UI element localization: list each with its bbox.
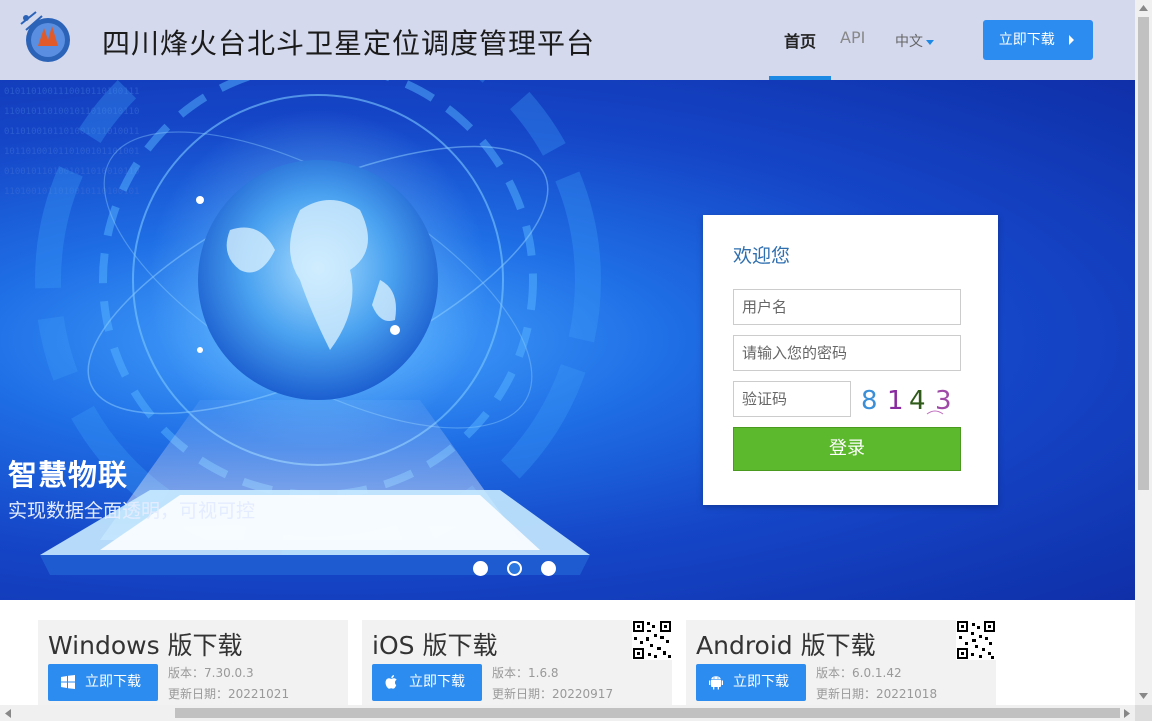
version-text: 版本：1.6.8: [492, 666, 559, 680]
horizontal-scroll-thumb[interactable]: [175, 708, 1120, 718]
language-select[interactable]: 中文: [895, 31, 934, 51]
language-label: 中文: [895, 34, 923, 50]
login-panel: 欢迎您 8 1 4 3 登录: [703, 215, 998, 505]
site-title: 四川烽火台北斗卫星定位调度管理平台: [102, 27, 596, 60]
download-title: Windows 版下载: [48, 631, 243, 660]
logo: [20, 11, 70, 62]
update-date-text: 更新日期：20221018: [816, 687, 938, 701]
captcha-char-3: 4: [909, 386, 926, 416]
vertical-scroll-thumb[interactable]: [1138, 17, 1149, 490]
nav-home[interactable]: 首页: [784, 28, 816, 52]
chevron-right-icon: [1069, 35, 1075, 45]
android-download-button[interactable]: 立即下载: [696, 664, 806, 701]
windows-download-button[interactable]: 立即下载: [48, 664, 158, 701]
scrollbar-corner: [1135, 705, 1152, 721]
login-button[interactable]: 登录: [733, 427, 961, 471]
ios-download-button[interactable]: 立即下载: [372, 664, 482, 701]
captcha-char-2: 1: [887, 386, 904, 416]
header-download-label: 立即下载: [998, 32, 1055, 48]
captcha-char-1: 8: [861, 386, 878, 416]
download-card-windows: Windows 版下载 立即下载 版本：7.30.0.3 更新日期：202210…: [38, 620, 348, 705]
header-download-button[interactable]: 立即下载: [983, 20, 1093, 60]
carousel-dot-2[interactable]: [507, 561, 522, 576]
scroll-up-arrow-icon[interactable]: [1139, 5, 1148, 11]
svg-text:0110100101101001011010011: 0110100101101001011010011: [4, 127, 139, 137]
page: 四川烽火台北斗卫星定位调度管理平台 首页 API 中文 立即下载 0101101…: [0, 0, 1135, 705]
update-date-text: 更新日期：20220917: [492, 687, 614, 701]
password-input[interactable]: [733, 335, 961, 371]
captcha-image[interactable]: 8 1 4 3: [859, 381, 961, 417]
version-text: 版本：6.0.1.42: [816, 666, 902, 680]
windows-icon: [61, 675, 75, 689]
scroll-down-arrow-icon[interactable]: [1139, 693, 1148, 699]
scroll-right-arrow-icon[interactable]: [1124, 709, 1130, 718]
update-date-text: 更新日期：20221021: [168, 687, 290, 701]
username-input[interactable]: [733, 289, 961, 325]
horizontal-scrollbar[interactable]: [0, 705, 1135, 721]
qr-code-icon: [956, 620, 996, 660]
apple-icon: [385, 675, 397, 689]
nav-api[interactable]: API: [840, 28, 865, 47]
carousel-dot-1[interactable]: [473, 561, 488, 576]
version-text: 版本：7.30.0.3: [168, 666, 254, 680]
qr-code-icon: [632, 620, 672, 660]
captcha-input[interactable]: [733, 381, 851, 417]
login-title: 欢迎您: [733, 245, 791, 267]
download-button-label: 立即下载: [409, 674, 465, 690]
download-button-label: 立即下载: [733, 674, 789, 690]
carousel-dot-3[interactable]: [541, 561, 556, 576]
download-title: Android 版下载: [696, 631, 876, 660]
banner-slogan: 智慧物联: [8, 458, 129, 492]
download-card-ios: iOS 版下载 立即下载 版本：1.6.8 更新日期：20220917: [362, 620, 672, 705]
vertical-scrollbar[interactable]: [1135, 0, 1152, 705]
download-button-label: 立即下载: [85, 674, 141, 690]
scroll-left-arrow-icon[interactable]: [5, 709, 11, 718]
banner-subslogan: 实现数据全面透明，可视可控: [8, 500, 256, 522]
download-card-android: Android 版下载 立即下载 版本：6.0.1.42 更新日期：202210…: [686, 620, 996, 705]
caret-down-icon: [926, 39, 934, 45]
android-icon: [709, 676, 723, 690]
download-title: iOS 版下载: [372, 631, 498, 660]
header: 四川烽火台北斗卫星定位调度管理平台 首页 API 中文 立即下载: [0, 0, 1135, 80]
